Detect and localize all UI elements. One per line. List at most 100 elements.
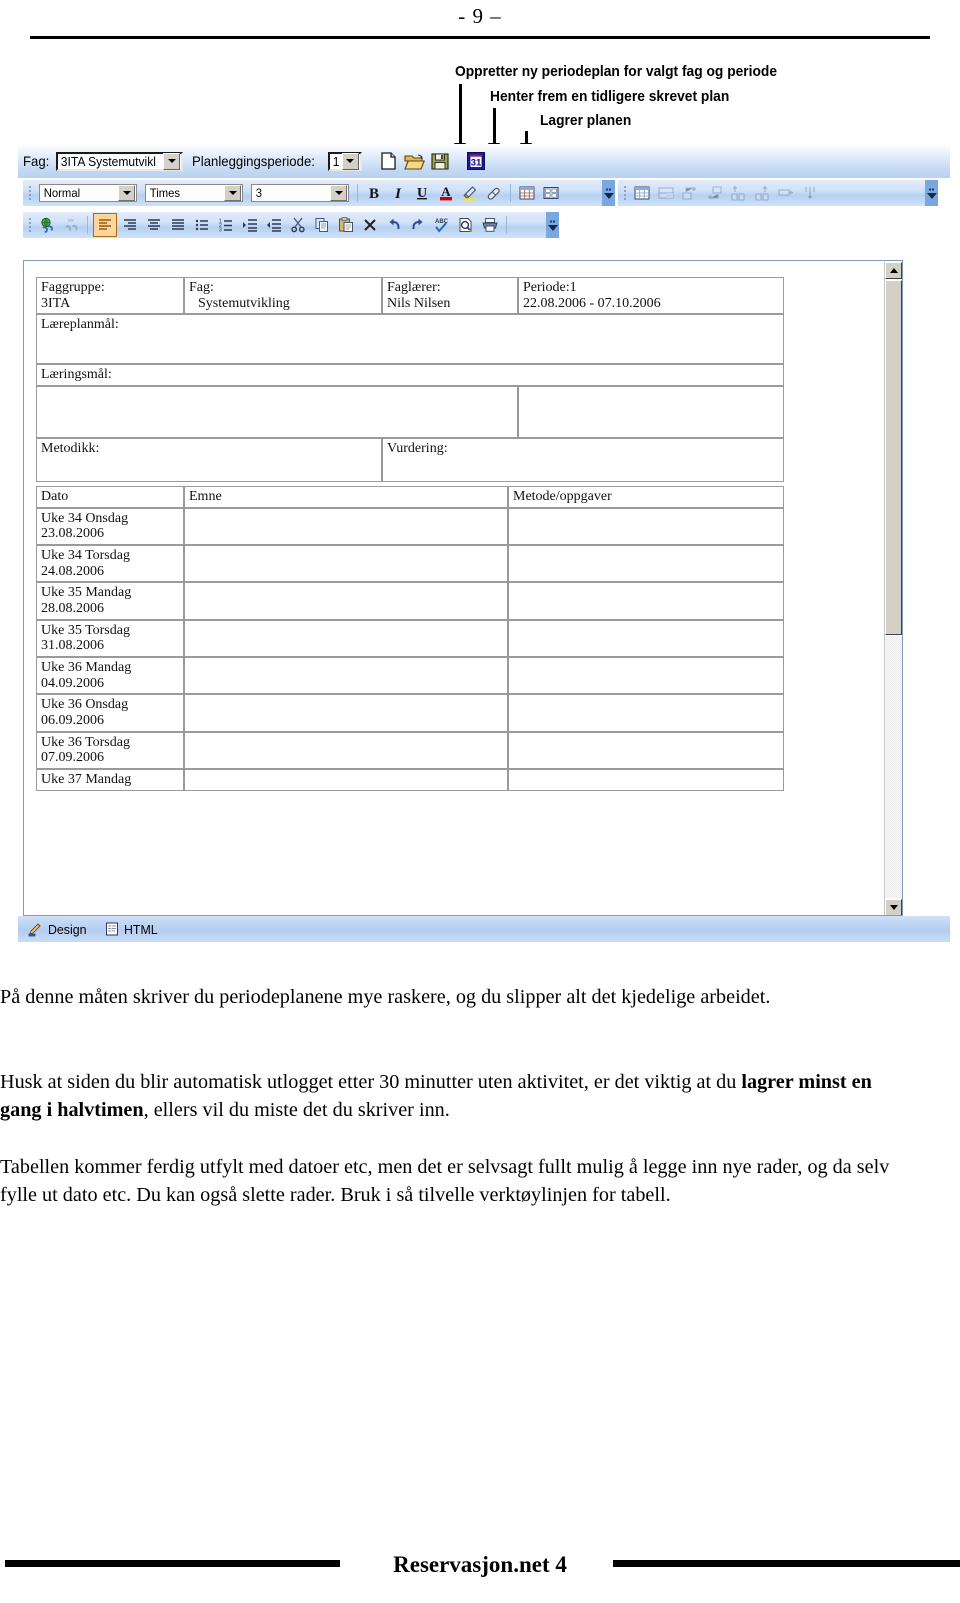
paragraph-style-select[interactable]: Normal — [39, 184, 137, 202]
cell-emne[interactable] — [184, 694, 508, 732]
spellcheck-icon[interactable]: ABC — [431, 214, 453, 236]
planleggingsperiode-select[interactable]: 1 — [327, 151, 362, 171]
scrollbar-thumb[interactable] — [885, 280, 902, 635]
draw-table-icon[interactable] — [631, 182, 653, 204]
bullet-list-icon[interactable] — [191, 214, 213, 236]
underline-icon[interactable]: U — [411, 182, 433, 204]
cell-dato[interactable]: Uke 36 Mandag 04.09.2006 — [36, 657, 184, 695]
merge-cells-icon[interactable] — [655, 182, 677, 204]
italic-icon[interactable]: I — [387, 182, 409, 204]
cell-emne[interactable] — [184, 731, 508, 770]
save-disk-icon[interactable] — [429, 150, 451, 172]
cell-emne[interactable] — [184, 657, 508, 695]
scroll-down-button[interactable] — [885, 899, 902, 915]
delete-row-icon[interactable] — [775, 182, 797, 204]
print-preview-icon[interactable] — [455, 214, 477, 236]
cell-dato[interactable]: Uke 34 Torsdag 24.08.2006 — [36, 545, 184, 583]
cell-emne[interactable] — [184, 619, 508, 658]
decrease-indent-icon[interactable] — [263, 214, 285, 236]
fag-select[interactable]: 3ITA Systemutvikling — [56, 151, 184, 171]
insert-row-above-icon[interactable] — [679, 182, 701, 204]
cell-metode[interactable] — [508, 507, 784, 546]
scroll-up-button[interactable] — [885, 262, 902, 279]
numbered-list-icon[interactable]: 123 — [215, 214, 237, 236]
toolbar-overflow-button[interactable]: ▪▪ — [602, 180, 615, 206]
cell-emne[interactable] — [184, 507, 508, 546]
vertical-scrollbar[interactable] — [884, 262, 902, 915]
cell-dato[interactable]: Uke 36 Onsdag 06.09.2006 — [36, 694, 184, 732]
cell-metode[interactable] — [508, 582, 784, 620]
increase-indent-icon[interactable] — [239, 214, 261, 236]
cell-dato[interactable]: Uke 34 Onsdag 23.08.2006 — [36, 507, 184, 546]
cell-fag[interactable]: Fag: Systemutvikling — [184, 277, 382, 315]
font-family-select[interactable]: Times — [145, 184, 243, 202]
cell-metode[interactable] — [508, 731, 784, 770]
align-center-icon[interactable] — [143, 214, 165, 236]
highlight-icon[interactable] — [459, 182, 481, 204]
insert-table-icon[interactable] — [516, 182, 538, 204]
cell-periode[interactable]: Periode:1 22.08.2006 - 07.10.2006 — [518, 277, 784, 315]
font-size-select[interactable]: 3 — [251, 184, 349, 202]
chevron-down-icon[interactable] — [163, 152, 181, 170]
cell-laereplanmaal[interactable]: Læreplanmål: — [36, 314, 784, 365]
cut-icon[interactable] — [287, 214, 309, 236]
cell-metode[interactable] — [508, 619, 784, 658]
cell-metodikk[interactable]: Metodikk: — [36, 438, 382, 483]
chevron-down-icon[interactable] — [341, 152, 359, 170]
cell-metode[interactable] — [508, 657, 784, 695]
print-icon[interactable] — [479, 214, 501, 236]
table-properties-icon[interactable] — [540, 182, 562, 204]
chevron-down-icon[interactable] — [224, 185, 241, 201]
insert-hyperlink-icon[interactable] — [36, 214, 58, 236]
cell-metode[interactable] — [508, 545, 784, 583]
bold-icon[interactable]: B — [363, 182, 385, 204]
chevron-down-icon[interactable] — [118, 185, 135, 201]
chevron-down-icon[interactable] — [330, 185, 347, 201]
cell-metode[interactable] — [508, 694, 784, 732]
cell-dato[interactable]: Uke 35 Mandag 28.08.2006 — [36, 582, 184, 620]
tab-design[interactable]: Design — [24, 920, 96, 938]
new-document-icon[interactable] — [377, 150, 399, 172]
cell-laeringsmaal-right[interactable] — [518, 386, 784, 439]
cell-metode[interactable] — [508, 769, 784, 791]
remove-hyperlink-icon[interactable] — [60, 214, 82, 236]
tab-html[interactable]: HTML — [100, 920, 167, 938]
cell-dato[interactable]: Uke 37 Mandag — [36, 769, 184, 791]
cell-dato[interactable]: Uke 35 Torsdag 31.08.2006 — [36, 619, 184, 658]
cell-laeringsmaal-left[interactable] — [36, 386, 518, 439]
insert-row-below-icon[interactable] — [703, 182, 725, 204]
delete-icon[interactable] — [359, 214, 381, 236]
cell-emne[interactable] — [184, 582, 508, 620]
header-emne[interactable]: Emne — [184, 486, 508, 508]
cell-faglaerer[interactable]: Faglærer: Nils Nilsen — [382, 277, 518, 315]
toolbar-grip[interactable] — [26, 184, 33, 202]
cell-laeringsmaal[interactable]: Læringsmål: — [36, 364, 784, 387]
cell-dato[interactable]: Uke 36 Torsdag 07.09.2006 — [36, 731, 184, 770]
header-metode[interactable]: Metode/oppgaver — [508, 486, 784, 508]
align-right-icon[interactable] — [119, 214, 141, 236]
calendar-icon[interactable]: 31 — [465, 150, 487, 172]
cell-vurdering[interactable]: Vurdering: — [382, 438, 784, 483]
toolbar-overflow-button[interactable]: ▪▪ — [546, 212, 559, 238]
cell-faggruppe[interactable]: Faggruppe: 3ITA — [36, 277, 184, 315]
insert-column-left-icon[interactable] — [727, 182, 749, 204]
insert-column-right-icon[interactable] — [751, 182, 773, 204]
copy-icon[interactable] — [311, 214, 333, 236]
document-editor-canvas[interactable]: Faggruppe: 3ITA Fag: Systemutvikling Fag… — [23, 260, 903, 916]
font-color-icon[interactable]: A — [435, 182, 457, 204]
align-left-icon[interactable] — [93, 213, 117, 237]
redo-icon[interactable] — [407, 214, 429, 236]
clear-format-eraser-icon[interactable] — [483, 182, 505, 204]
justify-icon[interactable] — [167, 214, 189, 236]
cell-emne[interactable] — [184, 769, 508, 791]
header-dato[interactable]: Dato — [36, 486, 184, 508]
paste-icon[interactable] — [335, 214, 357, 236]
delete-column-icon[interactable] — [799, 182, 821, 204]
toolbar-overflow-button[interactable]: ▪▪ — [925, 180, 938, 206]
undo-icon[interactable] — [383, 214, 405, 236]
toolbar-grip[interactable] — [26, 216, 33, 234]
cell-emne[interactable] — [184, 545, 508, 583]
toolbar-grip[interactable] — [621, 184, 628, 202]
open-folder-icon[interactable] — [403, 150, 425, 172]
scrollbar-track[interactable] — [885, 636, 902, 898]
